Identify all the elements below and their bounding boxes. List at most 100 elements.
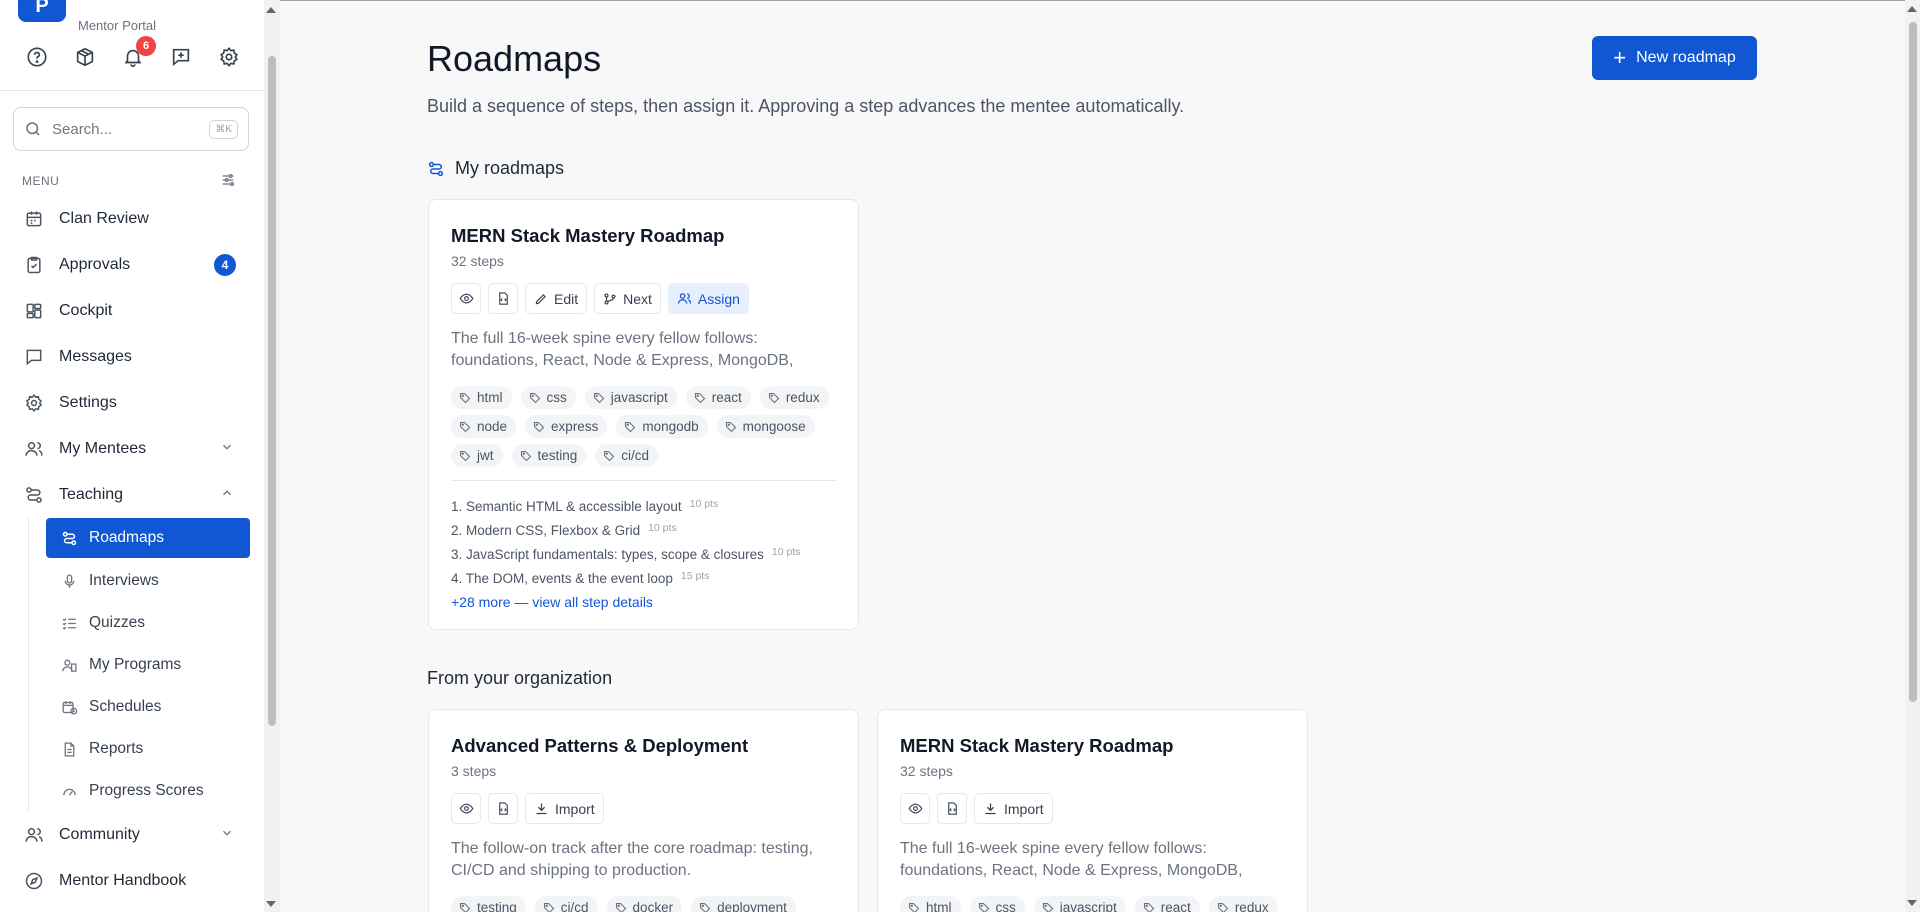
tag-icon xyxy=(624,421,636,433)
tag-chip: redux xyxy=(759,386,829,409)
roadmap-card[interactable]: MERN Stack Mastery Roadmap 32 steps Edit… xyxy=(428,199,859,630)
tag-icon xyxy=(543,902,555,912)
sidebar-item-label: Approvals xyxy=(59,256,131,273)
export-button[interactable] xyxy=(937,793,967,824)
calendar-icon xyxy=(24,209,44,229)
export-button[interactable] xyxy=(488,283,518,314)
users-icon xyxy=(24,439,44,459)
new-roadmap-button[interactable]: + New roadmap xyxy=(1592,36,1757,80)
sidebar-scroll-down-icon[interactable] xyxy=(266,901,276,907)
import-button[interactable]: Import xyxy=(974,793,1053,824)
tag-label: javascript xyxy=(610,390,668,405)
tag-label: docker xyxy=(632,900,674,912)
tag-icon xyxy=(768,392,780,404)
file-code-icon xyxy=(945,801,960,816)
sidebar-item-label: Schedules xyxy=(89,698,162,715)
mic-icon xyxy=(60,572,78,590)
sidebar-item-messages[interactable]: Messages xyxy=(0,334,264,380)
preview-button[interactable] xyxy=(900,793,930,824)
step-item: 3. JavaScript fundamentals: types, scope… xyxy=(451,546,801,562)
roadmap-title[interactable]: MERN Stack Mastery Roadmap xyxy=(900,735,1285,757)
sidebar-item-progress-scores[interactable]: Progress Scores xyxy=(46,770,264,812)
sidebar-item-roadmaps[interactable]: Roadmaps xyxy=(46,518,250,558)
tag-label: javascript xyxy=(1059,900,1117,912)
roadmap-step-count: 32 steps xyxy=(451,253,504,269)
sidebar-scroll-up-icon[interactable] xyxy=(266,7,276,13)
tag-icon xyxy=(615,902,627,912)
next-button[interactable]: Next xyxy=(594,283,661,314)
list-check-icon xyxy=(60,614,78,632)
chevron-up-icon[interactable] xyxy=(220,486,234,505)
gauge-icon xyxy=(60,782,78,800)
tag-list: testing ci/cd docker deployment xyxy=(451,896,851,912)
sidebar-item-schedules[interactable]: Schedules xyxy=(46,686,264,728)
bell-icon[interactable]: 6 xyxy=(120,36,156,70)
box-icon[interactable] xyxy=(72,44,98,70)
file-code-icon xyxy=(496,291,511,306)
chevron-down-icon[interactable] xyxy=(220,440,234,459)
page-subtitle: Build a sequence of steps, then assign i… xyxy=(427,96,1185,116)
brand-logo[interactable]: P xyxy=(18,0,66,22)
search-input[interactable] xyxy=(52,120,192,138)
roadmap-title[interactable]: MERN Stack Mastery Roadmap xyxy=(451,225,836,247)
tag-chip: testing xyxy=(511,444,587,467)
sidebar-item-label: Teaching xyxy=(59,486,124,503)
org-roadmap-card[interactable]: Advanced Patterns & Deployment 3 steps I… xyxy=(428,709,859,912)
tag-icon xyxy=(593,392,605,404)
new-roadmap-label: New roadmap xyxy=(1636,49,1736,66)
org-roadmap-card[interactable]: MERN Stack Mastery Roadmap 32 steps Impo… xyxy=(877,709,1308,912)
download-icon xyxy=(983,801,998,816)
sidebar-item-approvals[interactable]: Approvals 4 xyxy=(0,242,264,288)
import-label: Import xyxy=(555,800,595,817)
sidebar-item-label: Roadmaps xyxy=(89,529,164,546)
pencil-icon xyxy=(534,292,548,306)
assign-label: Assign xyxy=(697,290,740,307)
tag-chip: jwt xyxy=(451,444,503,467)
main-content: Roadmaps Build a sequence of steps, then… xyxy=(280,0,1920,912)
message-plus-icon[interactable] xyxy=(168,44,194,70)
gear-icon[interactable] xyxy=(216,44,242,70)
preview-button[interactable] xyxy=(451,793,481,824)
tag-chip: react xyxy=(685,386,751,409)
search-box[interactable]: ⌘K xyxy=(13,107,249,151)
search-icon xyxy=(24,120,42,138)
sidebar-item-reports[interactable]: Reports xyxy=(46,728,264,770)
sidebar-item-community[interactable]: Community xyxy=(0,812,264,858)
route-icon xyxy=(24,485,44,505)
tag-chip: ci/cd xyxy=(534,896,598,912)
sidebar-scrollbar-thumb[interactable] xyxy=(268,56,276,726)
help-icon[interactable] xyxy=(24,44,50,70)
import-button[interactable]: Import xyxy=(525,793,604,824)
export-button[interactable] xyxy=(488,793,518,824)
chevron-down-icon[interactable] xyxy=(220,826,234,845)
sidebar-item-clan-review[interactable]: Clan Review xyxy=(0,196,264,242)
tag-label: node xyxy=(477,419,508,434)
sidebar-item-interviews[interactable]: Interviews xyxy=(46,560,264,602)
tag-icon xyxy=(699,902,711,912)
preview-button[interactable] xyxy=(451,283,481,314)
roadmap-title[interactable]: Advanced Patterns & Deployment xyxy=(451,735,836,757)
sidebar-item-mentor-handbook[interactable]: Mentor Handbook xyxy=(0,858,264,904)
main-scroll-up-icon[interactable] xyxy=(1907,6,1917,12)
brand[interactable]: P xyxy=(18,0,66,22)
git-branch-icon xyxy=(603,292,617,306)
sidebar-item-my-programs[interactable]: My Programs xyxy=(46,644,264,686)
sliders-icon[interactable] xyxy=(220,172,236,193)
assign-button[interactable]: Assign xyxy=(667,283,749,314)
tag-icon xyxy=(459,450,471,462)
view-all-steps-link[interactable]: +28 more — view all step details xyxy=(451,594,836,610)
main-scroll-down-icon[interactable] xyxy=(1907,900,1917,906)
sidebar-item-label: Interviews xyxy=(89,572,159,589)
sidebar-item-teaching[interactable]: Teaching xyxy=(0,472,264,518)
sidebar-item-my-mentees[interactable]: My Mentees xyxy=(0,426,264,472)
sidebar-item-settings[interactable]: Settings xyxy=(0,380,264,426)
sidebar-item-quizzes[interactable]: Quizzes xyxy=(46,602,264,644)
section-title: My roadmaps xyxy=(455,158,565,178)
main-scrollbar-thumb[interactable] xyxy=(1909,22,1917,702)
sidebar-item-cockpit[interactable]: Cockpit xyxy=(0,288,264,334)
edit-button[interactable]: Edit xyxy=(525,283,588,314)
sidebar-item-label: My Programs xyxy=(89,656,182,673)
sidebar-item-label: Mentor Handbook xyxy=(59,872,187,889)
tag-icon xyxy=(520,450,532,462)
tag-chip: redux xyxy=(1208,896,1278,912)
